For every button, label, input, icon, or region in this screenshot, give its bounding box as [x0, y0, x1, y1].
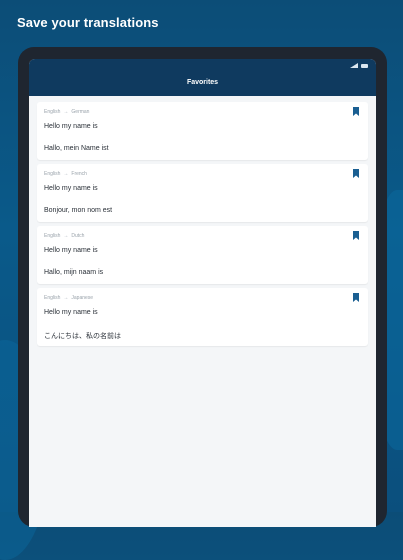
target-language: Dutch	[71, 233, 85, 239]
source-text: Hello my name is	[44, 185, 98, 192]
language-pair: English → German	[44, 109, 89, 115]
bookmark-icon[interactable]	[353, 293, 359, 302]
app-screen: Favorites English → German Hello my name…	[29, 59, 376, 527]
source-language: English	[44, 233, 61, 239]
target-language: Japanese	[71, 295, 94, 301]
tablet-frame: Favorites English → German Hello my name…	[18, 47, 387, 527]
favorite-card[interactable]: English → Dutch Hello my name is Hallo, …	[37, 226, 368, 284]
target-language: French	[71, 171, 87, 177]
source-language: English	[44, 171, 61, 177]
app-bar: Favorites	[29, 59, 376, 96]
favorite-card[interactable]: English → Japanese Hello my name is こんにち…	[37, 288, 368, 346]
favorites-list: English → German Hello my name is Hallo,…	[29, 96, 376, 356]
promo-headline: Save your translations	[17, 15, 159, 30]
bookmark-icon[interactable]	[353, 231, 359, 240]
battery-icon	[361, 63, 368, 68]
favorite-card[interactable]: English → French Hello my name is Bonjou…	[37, 164, 368, 222]
arrow-icon: →	[63, 109, 69, 115]
arrow-icon: →	[63, 295, 69, 301]
translated-text: Hallo, mein Name ist	[44, 145, 109, 152]
page-title: Favorites	[186, 79, 219, 86]
status-bar	[350, 63, 368, 68]
source-text: Hello my name is	[44, 123, 98, 130]
source-text: Hello my name is	[44, 247, 98, 254]
language-pair: English → French	[44, 171, 87, 177]
arrow-icon: →	[63, 171, 69, 177]
language-pair: English → Japanese	[44, 295, 93, 301]
source-language: English	[44, 295, 61, 301]
language-pair: English → Dutch	[44, 233, 84, 239]
translated-text: こんにちは、私の名前は	[44, 333, 121, 340]
translated-text: Hallo, mijn naam is	[44, 269, 104, 276]
bookmark-icon[interactable]	[353, 169, 359, 178]
bookmark-icon[interactable]	[353, 107, 359, 116]
signal-icon	[350, 63, 358, 68]
source-language: English	[44, 109, 61, 115]
source-text: Hello my name is	[44, 309, 98, 316]
arrow-icon: →	[63, 233, 69, 239]
favorite-card[interactable]: English → German Hello my name is Hallo,…	[37, 102, 368, 160]
translated-text: Bonjour, mon nom est	[44, 207, 113, 214]
target-language: German	[71, 109, 90, 115]
